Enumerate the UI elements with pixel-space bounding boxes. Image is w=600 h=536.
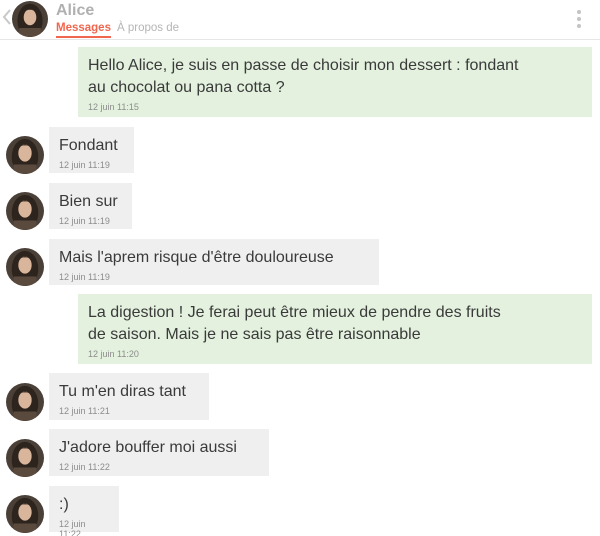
- message-bubble-received[interactable]: Fondant 12 juin 11:19: [49, 127, 134, 173]
- message-text-line: de saison. Mais je ne sais pas être rais…: [88, 326, 421, 343]
- message-text-line: Hello Alice, je suis en passe de choisir…: [88, 57, 519, 74]
- message-bubble-received[interactable]: Bien sur 12 juin 11:19: [49, 183, 132, 229]
- message-text-line: Tu m'en diras tant: [59, 383, 186, 400]
- message-timestamp: 12 juin 11:20: [88, 349, 139, 359]
- message-text-line: au chocolat ou pana cotta ?: [88, 79, 285, 96]
- sender-avatar[interactable]: [6, 248, 44, 286]
- message-text-line: :): [59, 496, 69, 513]
- conversation-header: Alice Messages À propos de: [0, 0, 600, 40]
- message-timestamp: 12 juin 11:19: [59, 272, 110, 282]
- message-timestamp: 12 juin 11:22: [59, 519, 86, 536]
- message-text-line: La digestion ! Je ferai peut être mieux …: [88, 304, 501, 321]
- message-timestamp: 12 juin 11:19: [59, 160, 110, 170]
- message-text-line: Bien sur: [59, 193, 118, 210]
- tab-messages[interactable]: Messages: [56, 22, 111, 38]
- tab-about[interactable]: À propos de: [117, 22, 179, 34]
- sender-avatar[interactable]: [6, 192, 44, 230]
- sender-avatar[interactable]: [6, 495, 44, 533]
- message-timestamp: 12 juin 11:21: [59, 406, 110, 416]
- message-text-line: Mais l'aprem risque d'être douloureuse: [59, 249, 334, 266]
- back-arrow-icon[interactable]: [2, 9, 12, 25]
- message-bubble-sent[interactable]: Hello Alice, je suis en passe de choisir…: [78, 47, 592, 117]
- message-timestamp: 12 juin 11:15: [88, 102, 139, 112]
- message-bubble-sent[interactable]: La digestion ! Je ferai peut être mieux …: [78, 294, 592, 364]
- message-timestamp: 12 juin 11:19: [59, 216, 110, 226]
- message-bubble-received[interactable]: J'adore bouffer moi aussi 12 juin 11:22: [49, 429, 269, 476]
- sender-avatar[interactable]: [6, 439, 44, 477]
- message-timestamp: 12 juin 11:22: [59, 462, 110, 472]
- sender-avatar[interactable]: [6, 383, 44, 421]
- message-text-line: Fondant: [59, 137, 118, 154]
- message-bubble-received[interactable]: Tu m'en diras tant 12 juin 11:21: [49, 373, 209, 420]
- message-bubble-received[interactable]: :) 12 juin 11:22: [49, 486, 119, 536]
- header-avatar[interactable]: [12, 1, 48, 37]
- more-options-icon[interactable]: [573, 10, 585, 32]
- message-bubble-received[interactable]: Mais l'aprem risque d'être douloureuse 1…: [49, 239, 379, 285]
- contact-name: Alice: [56, 2, 95, 19]
- message-text-line: J'adore bouffer moi aussi: [59, 439, 237, 456]
- sender-avatar[interactable]: [6, 136, 44, 174]
